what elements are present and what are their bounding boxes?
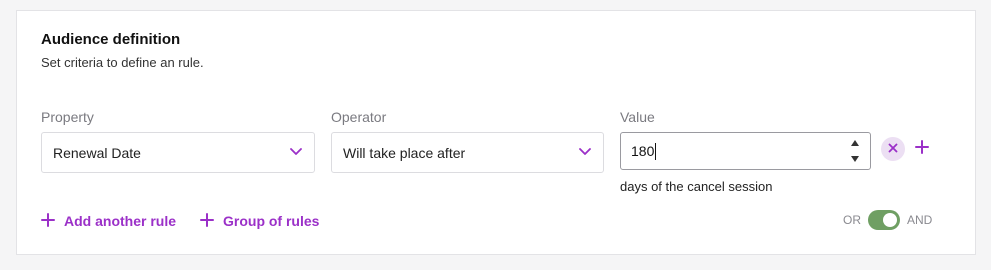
operator-label: Operator: [331, 109, 387, 125]
add-condition-button[interactable]: [913, 139, 931, 159]
group-of-rules-button[interactable]: Group of rules: [200, 211, 319, 231]
logic-toggle-group: OR AND: [843, 209, 932, 231]
spinner-up-icon[interactable]: [850, 138, 860, 148]
value-label: Value: [620, 109, 655, 125]
add-another-rule-label: Add another rule: [64, 213, 177, 229]
property-select-value: Renewal Date: [53, 144, 141, 161]
toggle-or-label: OR: [843, 213, 861, 227]
plus-icon: [41, 212, 55, 230]
plus-icon: [200, 212, 214, 230]
operator-select[interactable]: Will take place after: [331, 132, 604, 173]
section-subtitle: Set criteria to define an rule.: [41, 55, 204, 70]
add-another-rule-button[interactable]: Add another rule: [41, 211, 176, 231]
remove-rule-button[interactable]: [881, 137, 905, 161]
toggle-knob: [883, 213, 897, 227]
audience-definition-card: Audience definition Set criteria to defi…: [16, 10, 976, 255]
spinner-down-icon[interactable]: [850, 154, 860, 164]
property-select[interactable]: Renewal Date: [41, 132, 315, 173]
or-and-toggle[interactable]: [868, 210, 900, 230]
toggle-and-label: AND: [907, 213, 933, 227]
value-hint-text: days of the cancel session: [620, 179, 773, 194]
property-label: Property: [41, 109, 94, 125]
operator-select-value: Will take place after: [343, 144, 466, 161]
number-spinner: [850, 138, 860, 164]
close-icon: [888, 140, 898, 158]
text-caret: [655, 142, 657, 160]
value-number-input[interactable]: 180: [620, 132, 871, 170]
chevron-down-icon: [579, 147, 591, 157]
value-input-text: 180: [631, 143, 655, 159]
chevron-down-icon: [290, 147, 302, 157]
plus-icon: [915, 139, 929, 159]
group-of-rules-label: Group of rules: [223, 213, 320, 229]
section-title: Audience definition: [41, 31, 181, 48]
